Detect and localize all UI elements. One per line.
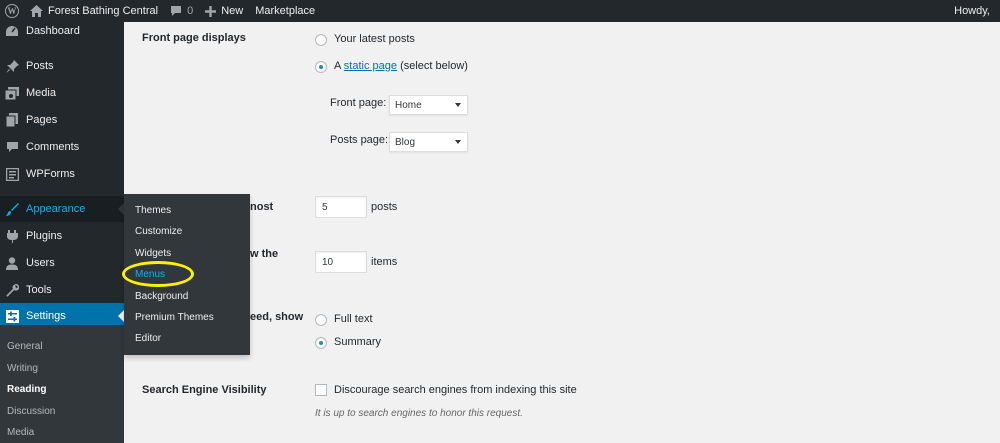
submenu-item-media[interactable]: Media	[7, 427, 34, 438]
discourage-search-checkbox[interactable]	[315, 384, 327, 396]
settings-submenu: General Writing Reading Discussion Media	[0, 325, 124, 443]
menus-highlight-annotation	[122, 261, 194, 287]
flyout-item-customize[interactable]: Customize	[135, 226, 182, 237]
sidebar-item-posts[interactable]: Posts	[0, 53, 124, 79]
search-engine-description: It is up to search engines to honor this…	[315, 408, 523, 419]
media-icon	[4, 85, 20, 101]
summary-label[interactable]: Summary	[334, 336, 381, 348]
new-label: New	[221, 5, 244, 17]
comment-icon	[4, 139, 20, 155]
blog-pages-show-label: nost	[250, 201, 274, 213]
sidebar-item-comments[interactable]: Comments	[0, 134, 124, 160]
sidebar-item-pages[interactable]: Pages	[0, 107, 124, 133]
admin-sidebar: Dashboard Posts Media Pages Comments WPF…	[0, 22, 124, 443]
settings-icon	[4, 308, 20, 324]
static-page-link[interactable]: static page	[344, 60, 397, 72]
howdy-label: Howdy,	[954, 5, 990, 17]
sidebar-item-media[interactable]: Media	[0, 80, 124, 106]
front-page-select[interactable]: Home	[389, 95, 468, 115]
home-icon	[30, 5, 43, 17]
marketplace-link[interactable]: Marketplace	[249, 0, 321, 22]
latest-posts-radio[interactable]	[315, 34, 327, 46]
sidebar-item-label: Pages	[26, 114, 58, 126]
posts-per-rss-value: 10	[322, 256, 334, 268]
static-page-label[interactable]: A static page (select below)	[334, 60, 468, 72]
submenu-item-reading[interactable]: Reading	[7, 384, 46, 395]
discourage-search-label[interactable]: Discourage search engines from indexing …	[334, 384, 577, 396]
sidebar-item-dashboard[interactable]: Dashboard	[0, 18, 124, 44]
sidebar-item-label: Plugins	[26, 230, 63, 242]
plus-icon	[205, 5, 217, 17]
comment-count: 0	[187, 5, 194, 17]
front-page-select-value: Home	[395, 99, 422, 111]
form-icon	[4, 166, 20, 182]
sidebar-item-users[interactable]: Users	[0, 250, 124, 276]
user-icon	[4, 255, 20, 271]
flyout-item-premium-themes[interactable]: Premium Themes	[135, 312, 214, 323]
submenu-item-general[interactable]: General	[7, 341, 43, 352]
new-content-link[interactable]: New	[199, 0, 249, 22]
static-page-suffix: (select below)	[400, 60, 468, 72]
plugin-icon	[4, 228, 20, 244]
front-page-displays-label: Front page displays	[142, 32, 246, 44]
sidebar-item-label: Comments	[26, 141, 80, 153]
comment-bubble-icon	[170, 5, 182, 17]
posts-per-rss-input[interactable]: 10	[315, 251, 367, 273]
full-text-label[interactable]: Full text	[334, 313, 373, 325]
chevron-down-icon	[455, 103, 461, 107]
posts-per-page-value: 5	[322, 201, 328, 213]
pin-icon	[4, 58, 20, 74]
feed-article-label: eed, show	[250, 311, 304, 323]
sidebar-item-label: WPForms	[26, 168, 75, 180]
static-page-prefix: A	[334, 60, 341, 72]
chevron-down-icon	[455, 140, 461, 144]
submenu-item-writing[interactable]: Writing	[7, 363, 38, 374]
static-page-radio[interactable]	[315, 61, 327, 73]
sidebar-item-wpforms[interactable]: WPForms	[0, 161, 124, 187]
sidebar-item-label: Media	[26, 87, 56, 99]
sidebar-item-label: Users	[26, 257, 55, 269]
pages-icon	[4, 112, 20, 128]
marketplace-label: Marketplace	[255, 5, 316, 17]
search-engine-visibility-label: Search Engine Visibility	[142, 384, 267, 396]
dashboard-icon	[4, 23, 20, 39]
sidebar-item-label: Dashboard	[26, 25, 80, 37]
sidebar-item-label: Posts	[26, 60, 54, 72]
my-account-link[interactable]: Howdy,	[948, 0, 996, 22]
admin-bar: W Forest Bathing Central 0 New Marketpla…	[0, 0, 1000, 22]
sidebar-item-plugins[interactable]: Plugins	[0, 223, 124, 249]
posts-per-page-input[interactable]: 5	[315, 196, 367, 218]
site-name: Forest Bathing Central	[48, 5, 159, 17]
full-text-radio[interactable]	[315, 314, 327, 326]
flyout-item-editor[interactable]: Editor	[135, 333, 161, 344]
sidebar-item-tools[interactable]: Tools	[0, 277, 124, 303]
summary-radio[interactable]	[315, 337, 327, 349]
reading-settings-form: Front page displays Your latest posts A …	[124, 22, 1000, 443]
sidebar-item-label: Settings	[26, 310, 66, 322]
submenu-item-discussion[interactable]: Discussion	[7, 406, 55, 417]
flyout-item-background[interactable]: Background	[135, 291, 188, 302]
flyout-item-themes[interactable]: Themes	[135, 205, 171, 216]
posts-page-select-value: Blog	[395, 136, 416, 148]
sidebar-item-appearance[interactable]: Appearance	[0, 196, 124, 222]
brush-icon	[4, 201, 20, 217]
posts-page-select-label: Posts page:	[330, 134, 389, 146]
wrench-icon	[4, 282, 20, 298]
comments-link[interactable]: 0	[164, 0, 199, 22]
sidebar-item-label: Tools	[26, 284, 52, 296]
flyout-item-widgets[interactable]: Widgets	[135, 248, 171, 259]
items-unit-label: items	[371, 256, 398, 268]
posts-page-select[interactable]: Blog	[389, 132, 468, 152]
front-page-select-label: Front page:	[330, 97, 387, 109]
sidebar-item-label: Appearance	[26, 203, 86, 215]
syndication-feeds-label: w the	[250, 248, 279, 260]
latest-posts-label[interactable]: Your latest posts	[334, 33, 415, 45]
posts-unit-label: posts	[371, 201, 398, 213]
